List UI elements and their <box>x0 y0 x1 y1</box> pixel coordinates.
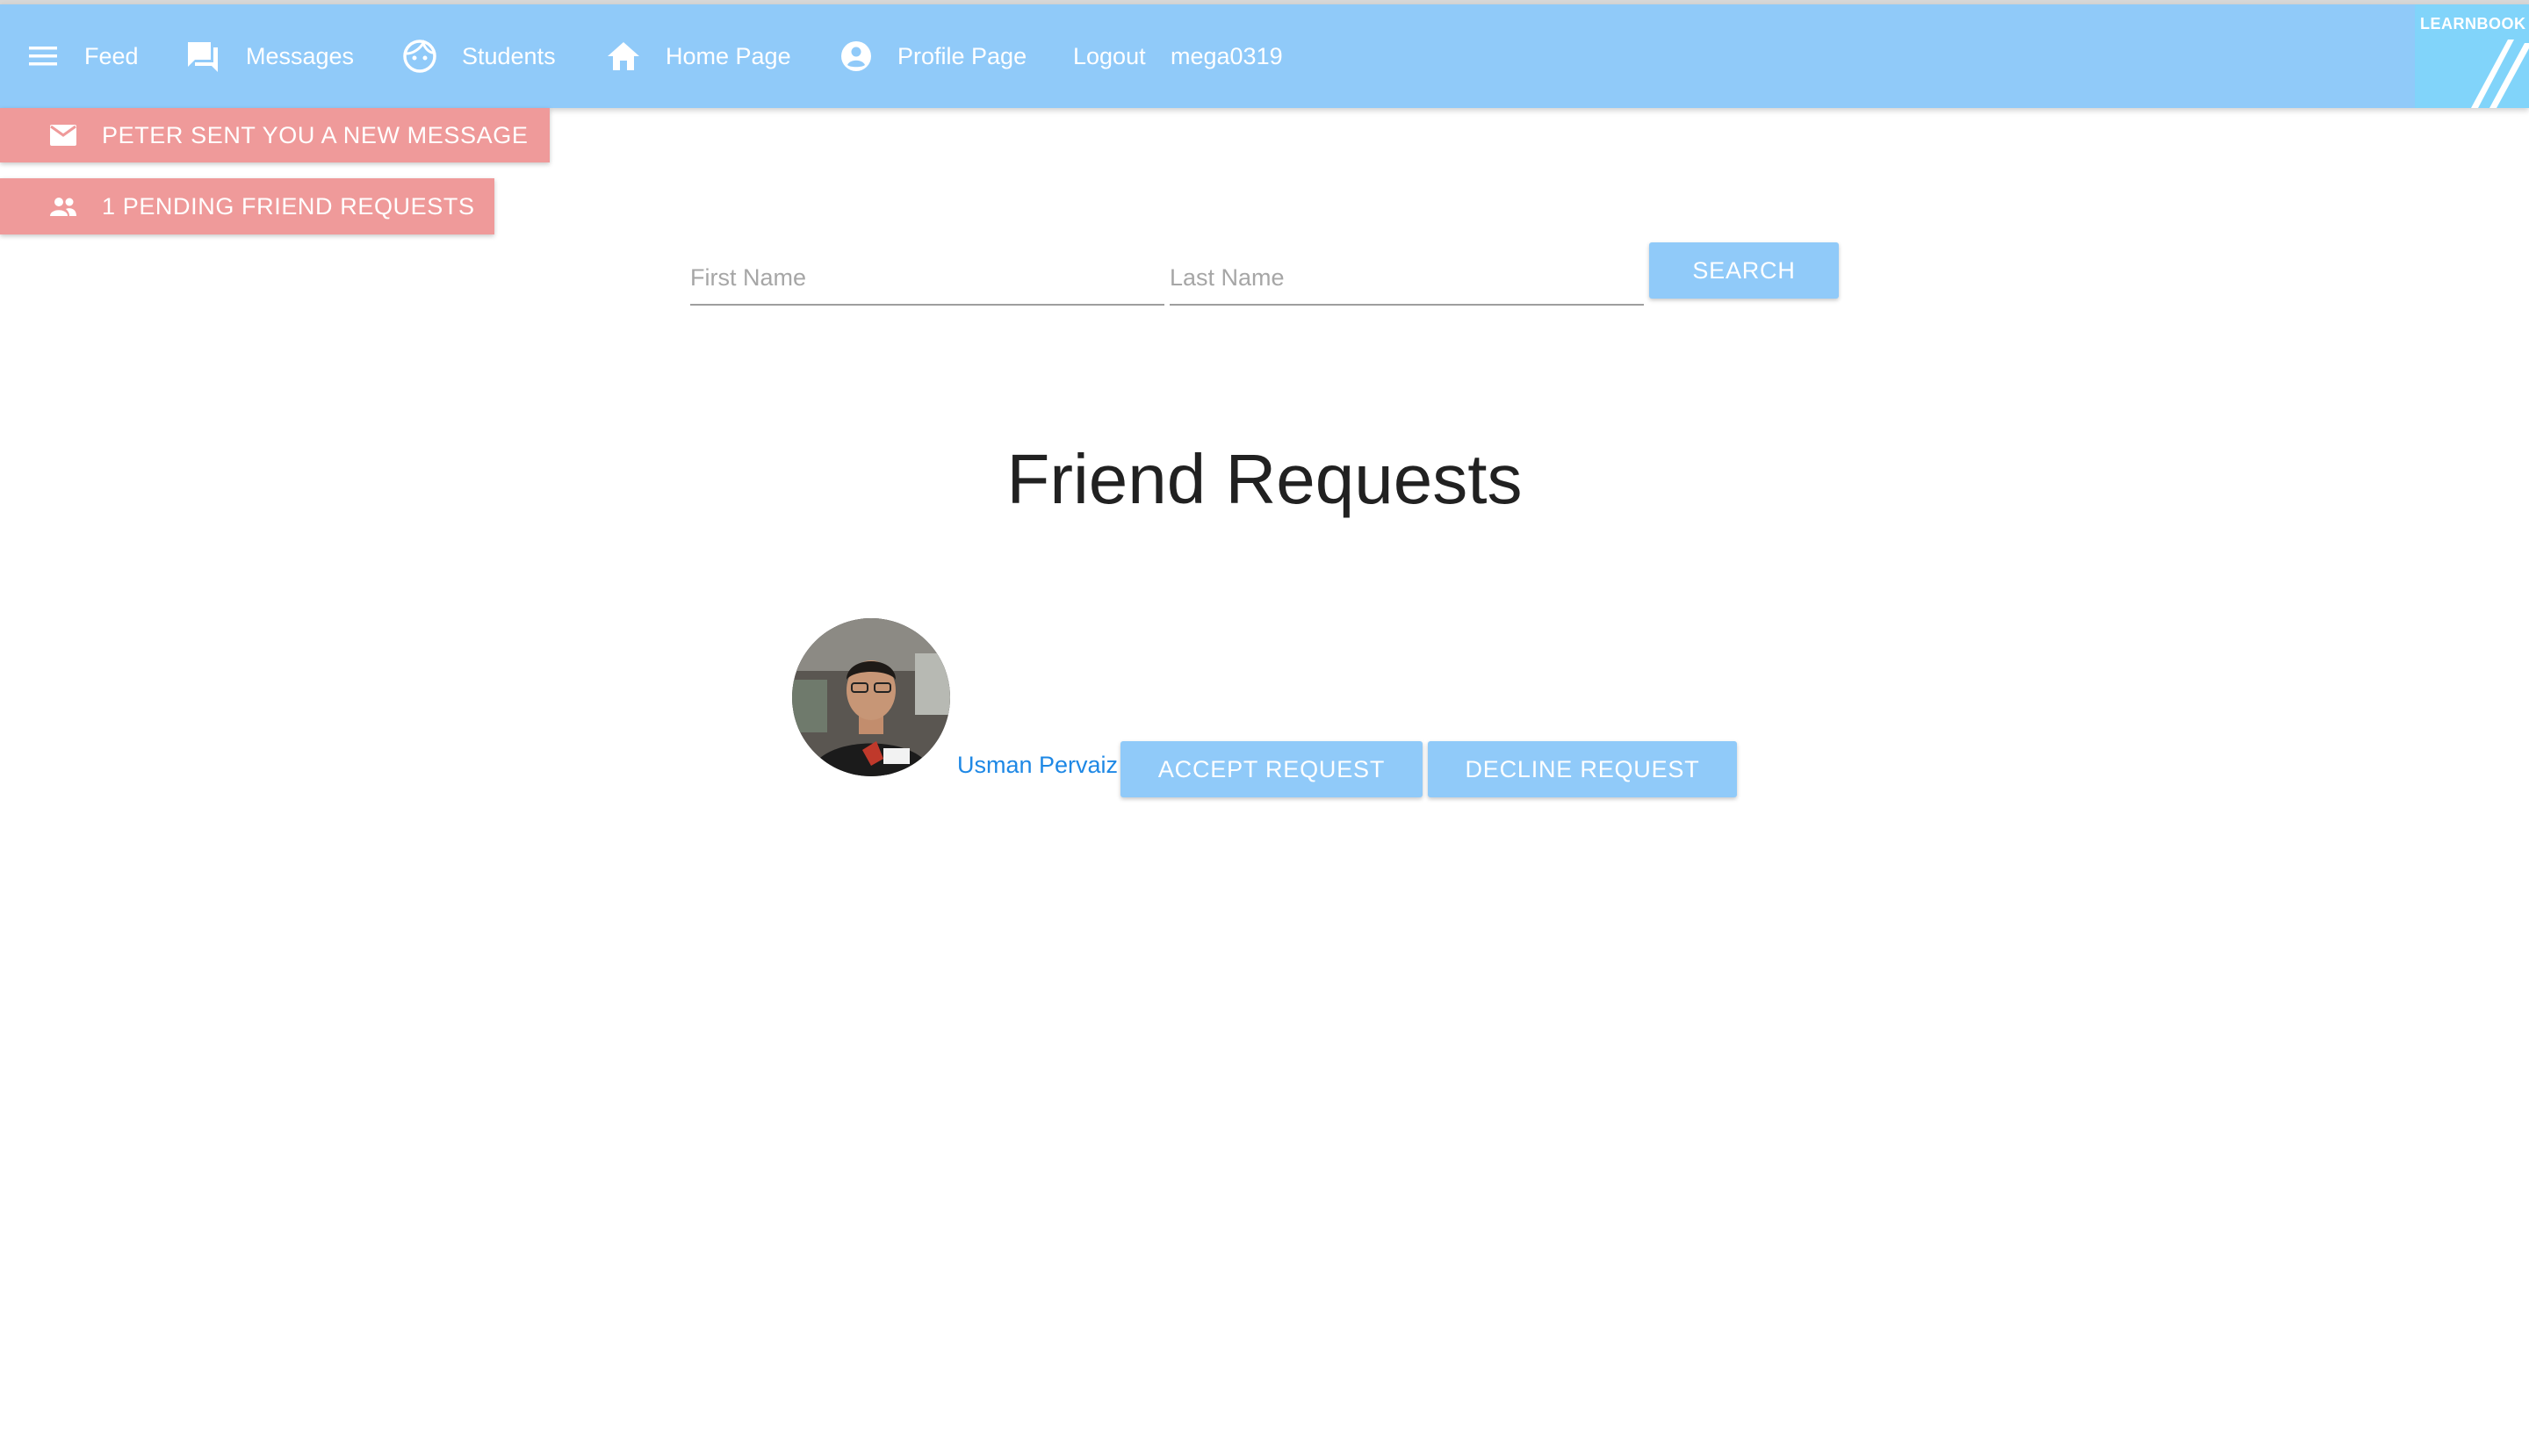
nav-feed-label: Feed <box>84 42 139 69</box>
search-button[interactable]: SEARCH <box>1649 242 1839 299</box>
mail-icon <box>46 118 81 153</box>
nav-logout-label: Logout <box>1073 42 1146 69</box>
face-icon <box>402 39 437 74</box>
nav-students[interactable]: Students <box>402 4 556 108</box>
account-circle-icon <box>839 40 873 73</box>
people-icon <box>46 189 81 224</box>
top-navbar: Feed Messages Students Home Page Profile… <box>0 4 2529 108</box>
decline-request-button[interactable]: DECLINE REQUEST <box>1428 741 1737 797</box>
home-icon <box>606 40 641 72</box>
requester-name-link[interactable]: Usman Pervaiz <box>957 752 1118 779</box>
new-message-notification[interactable]: PETER SENT YOU A NEW MESSAGE <box>0 108 550 162</box>
last-name-field[interactable] <box>1170 239 1644 306</box>
page-title: Friend Requests <box>1006 440 1523 518</box>
nav-logout[interactable]: Logout <box>1073 4 1146 108</box>
learnbook-logo[interactable]: LEARNBOOK <box>2415 4 2529 108</box>
user-photo-icon <box>792 618 950 776</box>
menu-icon[interactable] <box>26 43 60 69</box>
nav-profile-label: Profile Page <box>897 42 1027 69</box>
nav-messages[interactable]: Messages <box>184 4 354 108</box>
pending-friend-requests-notification[interactable]: 1 PENDING FRIEND REQUESTS <box>0 178 494 234</box>
decline-request-label: DECLINE REQUEST <box>1465 755 1700 782</box>
accept-request-label: ACCEPT REQUEST <box>1157 755 1386 782</box>
last-name-input[interactable] <box>1170 264 1644 292</box>
new-message-notification-label: PETER SENT YOU A NEW MESSAGE <box>102 121 529 148</box>
pending-friend-requests-label: 1 PENDING FRIEND REQUESTS <box>102 192 475 220</box>
nav-profile[interactable]: Profile Page <box>839 4 1027 108</box>
accept-request-button[interactable]: ACCEPT REQUEST <box>1120 741 1423 797</box>
nav-messages-label: Messages <box>246 42 355 69</box>
first-name-field[interactable] <box>690 239 1164 306</box>
nav-home-label: Home Page <box>666 42 791 69</box>
username-label: mega0319 <box>1171 42 1283 69</box>
logo-stripes-icon <box>2471 40 2529 108</box>
nav-feed[interactable]: Feed <box>26 4 139 108</box>
username: mega0319 <box>1171 4 1283 108</box>
search-button-label: SEARCH <box>1692 256 1796 284</box>
nav-students-label: Students <box>462 42 556 69</box>
first-name-input[interactable] <box>690 264 1164 292</box>
nav-home[interactable]: Home Page <box>606 4 791 108</box>
avatar <box>792 618 950 776</box>
chat-icon <box>184 39 221 74</box>
